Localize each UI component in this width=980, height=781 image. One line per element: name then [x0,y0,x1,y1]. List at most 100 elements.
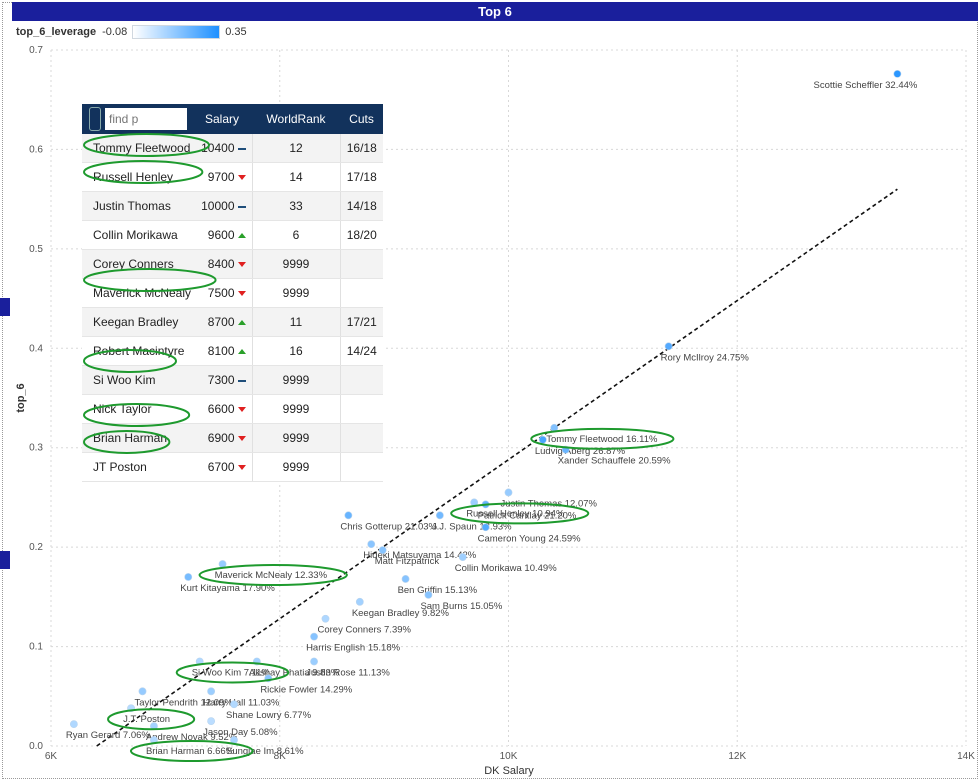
table-row[interactable]: Russell Henley 9700 14 17/18 [82,162,383,192]
dash-icon [237,147,246,150]
data-point[interactable] [310,657,318,666]
table-row[interactable]: Brian Harman 6900 9999 [82,423,383,453]
point-label: Collin Morikawa 10.49% [455,563,557,574]
worldrank-cell: 9999 [252,452,341,482]
table-row[interactable]: Robert Macintyre 8100 16 14/24 [82,336,383,366]
worldrank-cell: 33 [252,191,341,221]
data-point[interactable] [321,614,330,623]
salary-value: 8700 [207,315,235,329]
x-tick-label: 10K [500,751,518,762]
cuts-cell: 17/21 [340,307,383,337]
data-point[interactable] [367,540,376,549]
data-point[interactable] [69,720,78,729]
table-row[interactable]: Justin Thomas 10000 33 14/18 [82,191,383,221]
data-point[interactable] [401,575,410,583]
cuts-cell [340,394,383,424]
player-table: Salary WorldRank Cuts Tommy Fleetwood 104… [82,104,383,482]
table-row[interactable]: Maverick McNealy 7500 9999 [82,278,383,308]
dash-icon [237,379,246,382]
data-point[interactable] [538,435,547,444]
worldrank-cell: 16 [252,336,341,366]
arrow-down-icon [237,436,246,442]
table-row[interactable]: Collin Morikawa 9600 6 18/20 [82,220,383,250]
data-point[interactable] [310,632,318,641]
data-point[interactable] [138,687,147,696]
data-point[interactable] [458,553,467,561]
table-row[interactable]: Keegan Bradley 8700 11 17/21 [82,307,383,337]
header-cuts[interactable]: Cuts [340,104,383,134]
data-point[interactable] [664,342,673,351]
dash-icon [237,205,246,208]
cuts-cell [340,249,383,279]
search-toggle-icon[interactable] [89,107,101,131]
cuts-cell [340,452,383,482]
header-salary[interactable]: Salary [192,104,252,134]
salary-cell: 9600 [192,220,253,250]
data-point[interactable] [127,704,135,713]
data-point[interactable] [504,488,513,497]
data-point[interactable] [481,500,490,509]
cuts-cell: 14/18 [340,191,383,221]
x-tick-label: 12K [728,751,746,762]
search-input[interactable] [105,108,187,130]
point-label: Shane Lowry 6.77% [226,710,312,721]
data-point[interactable] [207,687,216,696]
header-worldrank[interactable]: WorldRank [252,104,340,134]
data-point[interactable] [184,573,193,581]
y-tick-label: 0.7 [29,45,43,56]
data-point[interactable] [481,523,490,532]
point-label: Rickie Fowler 14.29% [260,684,352,695]
point-label: Justin Rose 11.13% [306,667,390,678]
point-label: Ben Griffin 15.13% [398,585,478,596]
data-point[interactable] [218,560,227,568]
x-tick-label: 14K [957,751,975,762]
table-row[interactable]: Nick Taylor 6600 9999 [82,394,383,424]
table-row[interactable]: Corey Conners 8400 9999 [82,249,383,279]
data-point[interactable] [470,498,479,507]
salary-cell: 6700 [192,452,253,482]
point-label: Harry Hall 11.03% [203,697,280,708]
worldrank-cell: 11 [252,307,341,337]
arrow-up-icon [237,320,246,326]
arrow-down-icon [237,175,246,181]
player-name: Brian Harman [82,423,192,453]
salary-value: 6600 [207,402,235,416]
data-point[interactable] [150,736,158,744]
arrow-down-icon [237,291,246,297]
data-point[interactable] [435,511,444,520]
salary-value: 6700 [207,460,235,474]
table-row[interactable]: JT Poston 6700 9999 [82,452,383,482]
data-point[interactable] [230,700,238,709]
data-point[interactable] [195,657,204,666]
data-point[interactable] [561,445,570,454]
point-label: Tommy Fleetwood 16.11% [546,434,658,445]
table-row[interactable]: Si Woo Kim 7300 9999 [82,365,383,395]
data-point[interactable] [378,546,387,555]
data-point[interactable] [550,423,559,432]
data-point[interactable] [230,736,238,744]
player-name: Si Woo Kim [82,365,192,395]
arrow-down-icon [237,465,246,471]
table-body: Tommy Fleetwood 10400 12 16/18 Russell Henle… [82,134,383,482]
y-tick-label: 0.1 [29,642,43,653]
point-label: Keegan Bradley 9.82% [352,608,450,619]
point-label: Patrick Cantlay 21.20% [478,510,577,521]
data-point[interactable] [355,597,364,606]
data-point[interactable] [150,722,158,731]
worldrank-cell: 12 [252,134,341,163]
worldrank-cell: 9999 [252,394,341,424]
data-point[interactable] [424,590,433,599]
table-row[interactable]: Tommy Fleetwood 10400 12 16/18 [82,134,383,163]
data-point[interactable] [264,674,273,683]
data-point[interactable] [207,717,216,726]
y-tick-label: 0.6 [29,144,43,155]
data-point[interactable] [893,69,902,78]
cuts-cell [340,278,383,308]
salary-value: 9700 [207,170,235,184]
data-point[interactable] [344,511,353,520]
salary-value: 7300 [207,373,235,387]
cuts-cell [340,365,383,395]
data-point[interactable] [252,657,261,666]
salary-value: 9600 [207,228,235,242]
point-label: Ryan Gerard 7.06% [66,730,151,741]
